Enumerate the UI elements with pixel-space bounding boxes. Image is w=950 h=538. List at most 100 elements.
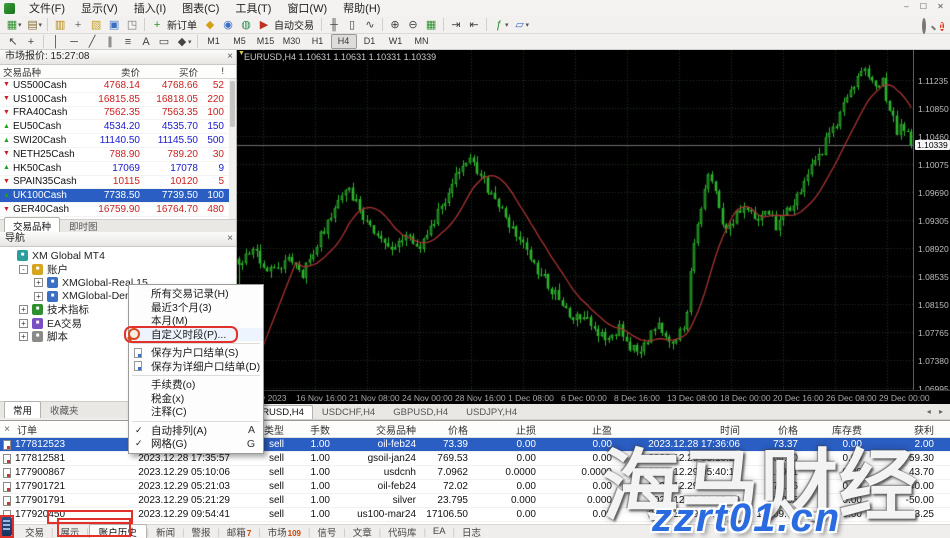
menu-item-最近3个月3[interactable]: 最近3个月(3) — [129, 301, 263, 315]
chart-tab-usdchf[interactable]: USDCHF,H4 — [313, 405, 384, 419]
tab-警报[interactable]: 警报 — [184, 525, 217, 538]
chart-tab-usdjpy[interactable]: USDJPY,H4 — [457, 405, 526, 419]
menu-item-6[interactable]: 帮助(H) — [335, 0, 388, 17]
market-watch-row[interactable]: ▼NETH25Cash788.90789.2030 — [0, 148, 236, 162]
history-col-header[interactable]: 手数 — [290, 422, 336, 437]
trendline-icon[interactable]: ╱ — [83, 34, 101, 49]
candlestick-icon[interactable]: ▯ — [343, 17, 361, 32]
menu-item-3[interactable]: 图表(C) — [174, 0, 227, 17]
timeframe-d1[interactable]: D1 — [357, 34, 383, 49]
autotrade-icon[interactable]: ▶ — [255, 17, 273, 32]
menu-item-1[interactable]: 显示(V) — [73, 0, 126, 17]
timeframe-m30[interactable]: M30 — [279, 34, 305, 49]
expand-icon[interactable]: + — [19, 319, 28, 328]
label-icon[interactable]: ▭ — [155, 34, 173, 49]
minimize-icon[interactable]: – — [899, 1, 914, 13]
price-axis[interactable]: 1.112351.108501.104601.100751.096901.093… — [913, 50, 950, 390]
menu-item-2[interactable]: 插入(I) — [126, 0, 174, 17]
market-watch-row[interactable]: ▲HK50Cash17069170789 — [0, 162, 236, 176]
tab-收藏夹[interactable]: 收藏夹 — [41, 401, 88, 418]
bar-chart-icon[interactable]: ╫ — [325, 17, 343, 32]
chevron-down-icon[interactable]: ▾ — [18, 21, 22, 29]
timeframe-m15[interactable]: M15 — [253, 34, 279, 49]
menu-item-注释C[interactable]: 注释(C) — [129, 405, 263, 419]
expand-icon[interactable]: + — [34, 292, 43, 301]
tab-市场[interactable]: 市场109 — [261, 525, 308, 538]
close-icon[interactable]: × — [0, 424, 14, 435]
chevron-down-icon[interactable]: ▾ — [505, 21, 509, 29]
menu-item-自动排列A[interactable]: ✓自动排列(A)A — [129, 424, 263, 438]
chart-tab-gbpusd[interactable]: GBPUSD,H4 — [384, 405, 457, 419]
new-order-icon[interactable]: + — [148, 17, 166, 32]
history-col-header[interactable]: 止损 — [474, 422, 542, 437]
time-axis[interactable]: 9 Nov 202316 Nov 16:0021 Nov 08:0024 Nov… — [237, 390, 950, 404]
tab-EA[interactable]: EA — [426, 526, 453, 537]
menu-item-所有交易记录H[interactable]: 所有交易记录(H) — [129, 287, 263, 301]
timeframe-h1[interactable]: H1 — [305, 34, 331, 49]
fibonacci-icon[interactable]: ≡ — [119, 34, 137, 49]
close-icon[interactable]: × — [227, 232, 233, 246]
chart-area[interactable] — [237, 50, 950, 390]
history-col-header[interactable]: 交易品种 — [336, 422, 422, 437]
new-order-label[interactable]: 新订单 — [167, 17, 197, 32]
autotrade-label[interactable]: 自动交易 — [274, 17, 314, 32]
terminal-icon[interactable]: ▣ — [105, 17, 123, 32]
market-watch-icon[interactable]: ▥ — [51, 17, 69, 32]
style-icon[interactable]: ◉ — [219, 17, 237, 32]
auto-scroll-icon[interactable]: ⇥ — [447, 17, 465, 32]
menu-item-网格G[interactable]: ✓网格(G)G — [129, 437, 263, 451]
navigator-icon[interactable]: ▧ — [87, 17, 105, 32]
zoom-out-icon[interactable]: ⊖ — [404, 17, 422, 32]
tree-item[interactable]: -■账户 — [0, 263, 236, 277]
tab-信号[interactable]: 信号 — [310, 525, 343, 538]
menu-item-保存为户口结单S[interactable]: 保存为户口结单(S) — [129, 346, 263, 360]
fullscreen-icon[interactable]: ◍ — [237, 17, 255, 32]
chevron-down-icon[interactable]: ▾ — [39, 21, 43, 29]
timeframe-w1[interactable]: W1 — [383, 34, 409, 49]
scrollbar[interactable] — [229, 79, 236, 219]
tab-文章[interactable]: 文章 — [346, 525, 379, 538]
vertical-line-icon[interactable]: │ — [47, 34, 65, 49]
menu-item-手续费o[interactable]: 手续费(o) — [129, 378, 263, 392]
horizontal-line-icon[interactable]: ─ — [65, 34, 83, 49]
menu-item-0[interactable]: 文件(F) — [21, 0, 73, 17]
tab-scroll-icons[interactable]: ◂ ▸ — [927, 407, 946, 416]
text-icon[interactable]: A — [137, 34, 155, 49]
market-watch-row[interactable]: ▼FRA40Cash7562.357563.35100 — [0, 107, 236, 121]
market-watch-row[interactable]: ▲SWI20Cash11140.5011145.50500 — [0, 134, 236, 148]
restore-icon[interactable]: ☐ — [916, 1, 931, 13]
line-chart-icon[interactable]: ∿ — [361, 17, 379, 32]
zoom-in-icon[interactable]: ⊕ — [386, 17, 404, 32]
search-icon[interactable] — [922, 20, 926, 32]
expand-icon[interactable]: + — [34, 278, 43, 287]
history-col-header[interactable]: 订单 — [14, 422, 130, 437]
menu-item-5[interactable]: 窗口(W) — [279, 0, 335, 17]
menu-item-4[interactable]: 工具(T) — [227, 0, 279, 17]
menu-item-保存为详细户口结单D[interactable]: 保存为详细户口结单(D) — [129, 360, 263, 374]
collapse-icon[interactable]: - — [19, 265, 28, 274]
close-icon[interactable]: × — [227, 50, 233, 64]
market-watch-row[interactable]: ▲UK100Cash7738.507739.50100 — [0, 189, 236, 203]
history-col-header[interactable]: 价格 — [422, 422, 474, 437]
timeframe-mn[interactable]: MN — [409, 34, 435, 49]
tile-windows-icon[interactable]: ▦ — [422, 17, 440, 32]
price-chart-canvas[interactable] — [237, 50, 913, 390]
channel-icon[interactable]: ∥ — [101, 34, 119, 49]
metaeditor-icon[interactable]: ◆ — [201, 17, 219, 32]
crosshair-icon[interactable]: + — [22, 34, 40, 49]
strategy-tester-icon[interactable]: ◳ — [123, 17, 141, 32]
expand-icon[interactable]: + — [19, 305, 28, 314]
timeframe-m1[interactable]: M1 — [201, 34, 227, 49]
data-window-icon[interactable]: + — [69, 17, 87, 32]
tab-日志[interactable]: 日志 — [455, 525, 488, 538]
tree-item[interactable]: ■XM Global MT4 — [0, 249, 236, 263]
chevron-down-icon[interactable]: ▾ — [526, 21, 530, 29]
chevron-down-icon[interactable]: ▾ — [188, 38, 192, 46]
notification-badge[interactable]: 1 — [940, 20, 944, 33]
market-watch-row[interactable]: ▲EU50Cash4534.204535.70150 — [0, 120, 236, 134]
market-watch-row[interactable]: ▼US500Cash4768.144768.6652 — [0, 79, 236, 93]
tab-邮箱[interactable]: 邮箱7 — [220, 525, 258, 538]
market-watch-row[interactable]: ▼GER40Cash16759.9016764.70480 — [0, 203, 236, 217]
expand-icon[interactable]: + — [19, 332, 28, 341]
tab-新闻[interactable]: 新闻 — [149, 525, 182, 538]
